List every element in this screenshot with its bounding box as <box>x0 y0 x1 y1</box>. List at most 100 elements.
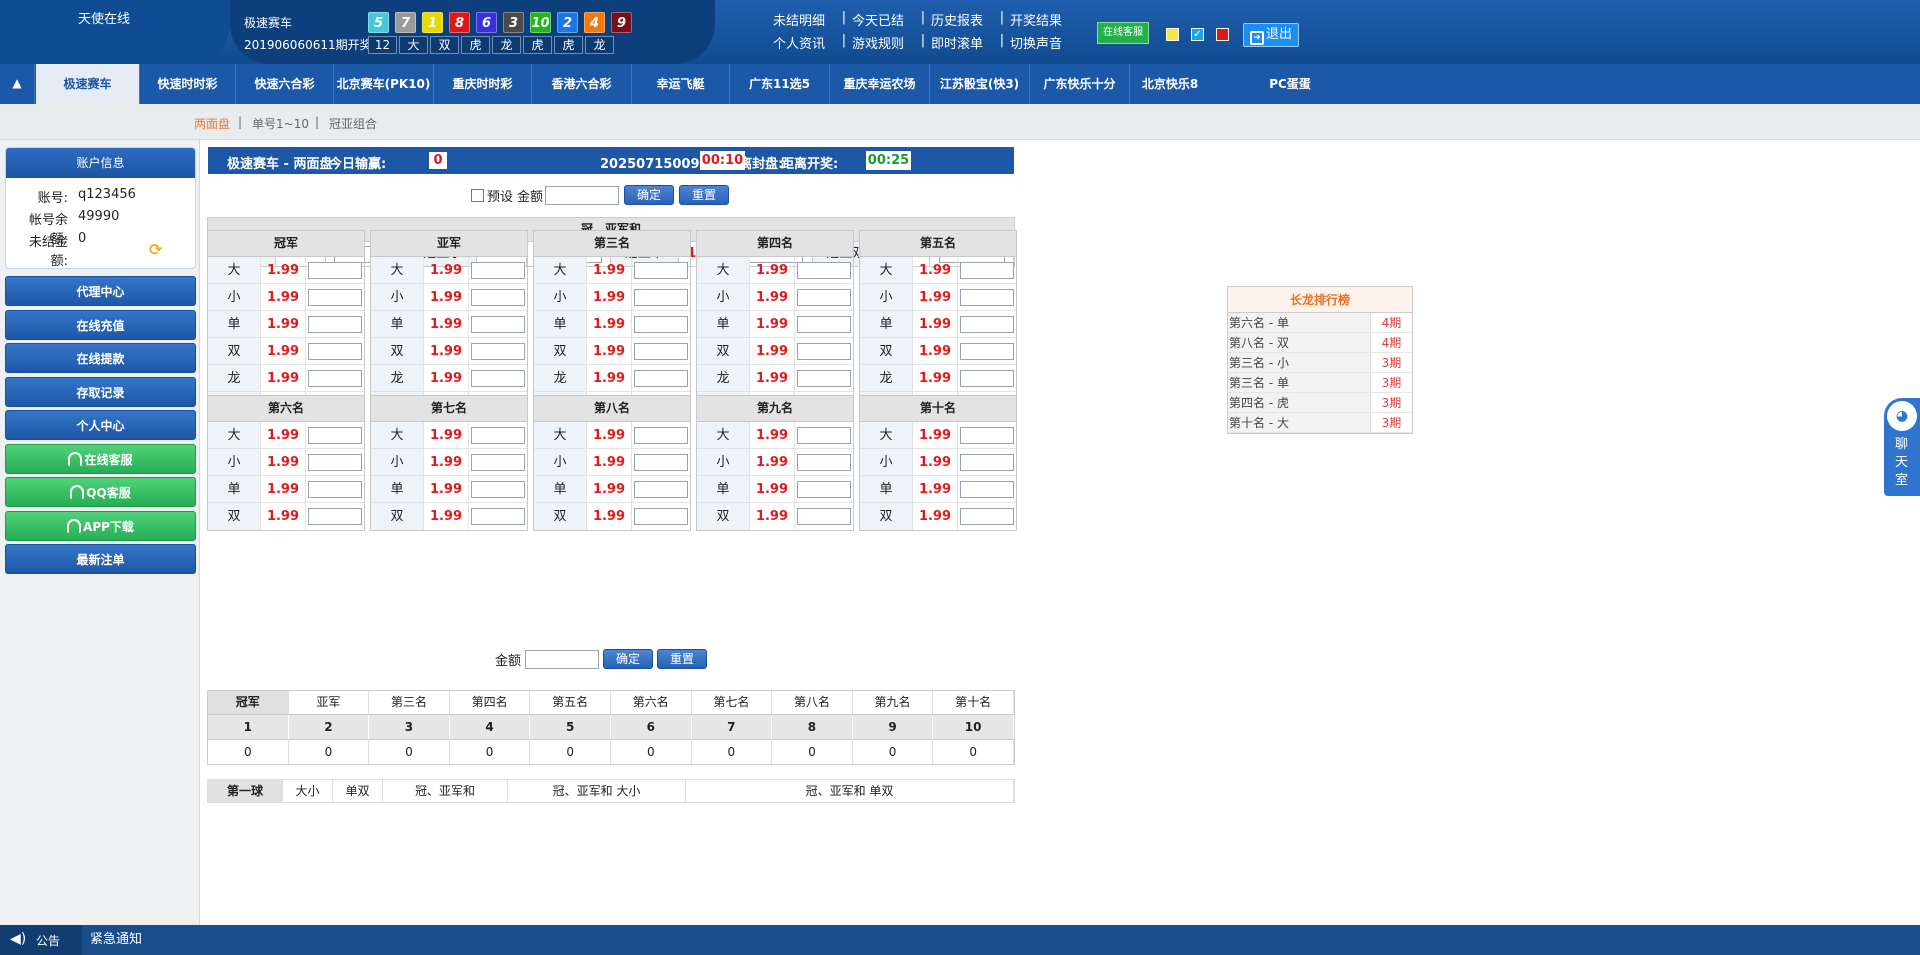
bet-option-row[interactable]: 双 1.99 <box>860 503 1016 530</box>
bet-amount-input[interactable] <box>308 261 362 279</box>
bet-option-row[interactable]: 双 1.99 <box>208 338 364 365</box>
bet-amount-input[interactable] <box>471 315 525 333</box>
deposit-button[interactable]: 在线充值 <box>5 310 196 340</box>
bet-option-row[interactable]: 龙 1.99 <box>534 365 690 392</box>
link-settled-today[interactable]: 今天已结 <box>852 10 915 29</box>
bet-option-row[interactable]: 小 1.99 <box>860 449 1016 476</box>
bet-amount-input[interactable] <box>471 426 525 444</box>
bet-amount-input[interactable] <box>797 261 851 279</box>
nav-tab[interactable]: 快速时时彩 <box>140 64 236 104</box>
bet-amount-input[interactable] <box>960 508 1014 525</box>
bet-amount-input[interactable] <box>308 426 362 444</box>
bet-amount-input[interactable] <box>525 649 600 669</box>
confirm-button[interactable]: 确定 <box>603 649 654 669</box>
stats-position-tab[interactable]: 第四名 <box>450 691 531 714</box>
subtab-gy-combo[interactable]: 冠亚组合 <box>329 115 377 132</box>
theme-blue-swatch[interactable]: ✓ <box>1191 28 1204 41</box>
bet-amount-input[interactable] <box>308 315 362 333</box>
bet-amount-input[interactable] <box>797 453 851 471</box>
nav-tab[interactable]: 极速赛车 <box>36 64 140 104</box>
bet-amount-input[interactable] <box>797 480 851 498</box>
bet-amount-input[interactable] <box>797 508 851 525</box>
bet-option-row[interactable]: 龙 1.99 <box>208 365 364 392</box>
link-rules[interactable]: 游戏规则 <box>852 33 915 52</box>
bet-option-row[interactable]: 小 1.99 <box>371 449 527 476</box>
bet-option-row[interactable]: 大 1.99 <box>860 257 1016 284</box>
bet-amount-input[interactable] <box>308 369 362 387</box>
transactions-button[interactable]: 存取记录 <box>5 377 196 407</box>
stats-position-tab[interactable]: 第三名 <box>369 691 450 714</box>
bet-option-row[interactable]: 小 1.99 <box>860 284 1016 311</box>
collapse-up-icon[interactable]: ▲ <box>0 64 35 104</box>
bet-option-row[interactable]: 大 1.99 <box>534 257 690 284</box>
bet-option-row[interactable]: 小 1.99 <box>697 449 853 476</box>
bet-option-row[interactable]: 单 1.99 <box>371 311 527 338</box>
online-support-button[interactable]: 在线客服 <box>5 444 196 474</box>
nav-tab[interactable]: 重庆时时彩 <box>434 64 532 104</box>
bet-amount-input[interactable] <box>471 342 525 360</box>
bet-amount-input[interactable] <box>308 342 362 360</box>
bet-amount-input[interactable] <box>960 453 1014 471</box>
notice-marquee[interactable]: 紧急通知 <box>82 925 1920 955</box>
bet-amount-input[interactable] <box>960 369 1014 387</box>
stats-position-tab[interactable]: 第七名 <box>692 691 773 714</box>
stats-position-tab[interactable]: 第五名 <box>530 691 611 714</box>
stats-position-tab[interactable]: 亚军 <box>289 691 370 714</box>
bet-amount-input[interactable] <box>634 453 688 471</box>
link-unsettled[interactable]: 未结明细 <box>773 10 836 29</box>
stats-position-tab[interactable]: 第六名 <box>611 691 692 714</box>
app-download-button[interactable]: APP下载 <box>5 511 196 541</box>
stats-type-tab[interactable]: 单双 <box>333 780 383 802</box>
nav-tab[interactable]: 香港六合彩 <box>532 64 632 104</box>
bet-option-row[interactable]: 双 1.99 <box>697 503 853 530</box>
bet-option-row[interactable]: 单 1.99 <box>208 476 364 503</box>
bet-amount-input[interactable] <box>797 369 851 387</box>
stats-position-tab[interactable]: 第八名 <box>772 691 853 714</box>
theme-red-swatch[interactable] <box>1216 28 1229 41</box>
stats-type-tab[interactable]: 第一球 <box>208 780 283 802</box>
bet-amount-input[interactable] <box>634 288 688 306</box>
bet-amount-input[interactable] <box>634 426 688 444</box>
bet-amount-input[interactable] <box>797 426 851 444</box>
nav-tab[interactable]: PC蛋蛋 <box>1210 64 1370 104</box>
bet-amount-input[interactable] <box>471 453 525 471</box>
bet-option-row[interactable]: 小 1.99 <box>208 449 364 476</box>
stats-type-tab[interactable]: 冠、亚军和 <box>383 780 508 802</box>
bet-option-row[interactable]: 龙 1.99 <box>860 365 1016 392</box>
bet-option-row[interactable]: 龙 1.99 <box>371 365 527 392</box>
bet-amount-input[interactable] <box>634 315 688 333</box>
bet-amount-input[interactable] <box>960 480 1014 498</box>
bet-option-row[interactable]: 双 1.99 <box>860 338 1016 365</box>
bet-option-row[interactable]: 龙 1.99 <box>697 365 853 392</box>
bet-option-row[interactable]: 单 1.99 <box>534 476 690 503</box>
preset-checkbox[interactable] <box>471 188 484 202</box>
bet-amount-input[interactable] <box>634 369 688 387</box>
bet-amount-input[interactable] <box>960 426 1014 444</box>
nav-tab[interactable]: 北京赛车(PK10) <box>334 64 434 104</box>
bet-amount-input[interactable] <box>960 315 1014 333</box>
reset-button[interactable]: 重置 <box>679 185 730 205</box>
agent-center-button[interactable]: 代理中心 <box>5 276 196 306</box>
bet-amount-input[interactable] <box>308 453 362 471</box>
stats-type-tab[interactable]: 大小 <box>283 780 333 802</box>
nav-tab[interactable]: 重庆幸运农场 <box>830 64 930 104</box>
bet-option-row[interactable]: 双 1.99 <box>534 338 690 365</box>
bet-amount-input[interactable] <box>797 342 851 360</box>
logout-button[interactable]: ➜ 退出 <box>1243 23 1299 47</box>
bet-option-row[interactable]: 大 1.99 <box>697 422 853 449</box>
bet-amount-input[interactable] <box>471 288 525 306</box>
subtab-two-sides[interactable]: 两面盘 <box>194 115 230 132</box>
link-history[interactable]: 历史报表 <box>931 10 994 29</box>
bet-option-row[interactable]: 大 1.99 <box>371 257 527 284</box>
bet-option-row[interactable]: 双 1.99 <box>697 338 853 365</box>
bet-amount-input[interactable] <box>634 342 688 360</box>
bet-option-row[interactable]: 小 1.99 <box>208 284 364 311</box>
nav-tab[interactable]: 广东快乐十分 <box>1030 64 1130 104</box>
link-profile[interactable]: 个人资讯 <box>773 33 836 52</box>
bet-amount-input[interactable] <box>308 508 362 525</box>
bet-amount-input[interactable] <box>634 480 688 498</box>
bet-option-row[interactable]: 双 1.99 <box>208 503 364 530</box>
nav-tab[interactable]: 北京快乐8 <box>1130 64 1210 104</box>
online-service-button[interactable]: 在线客服 <box>1097 22 1149 44</box>
theme-yellow-swatch[interactable] <box>1166 28 1179 41</box>
